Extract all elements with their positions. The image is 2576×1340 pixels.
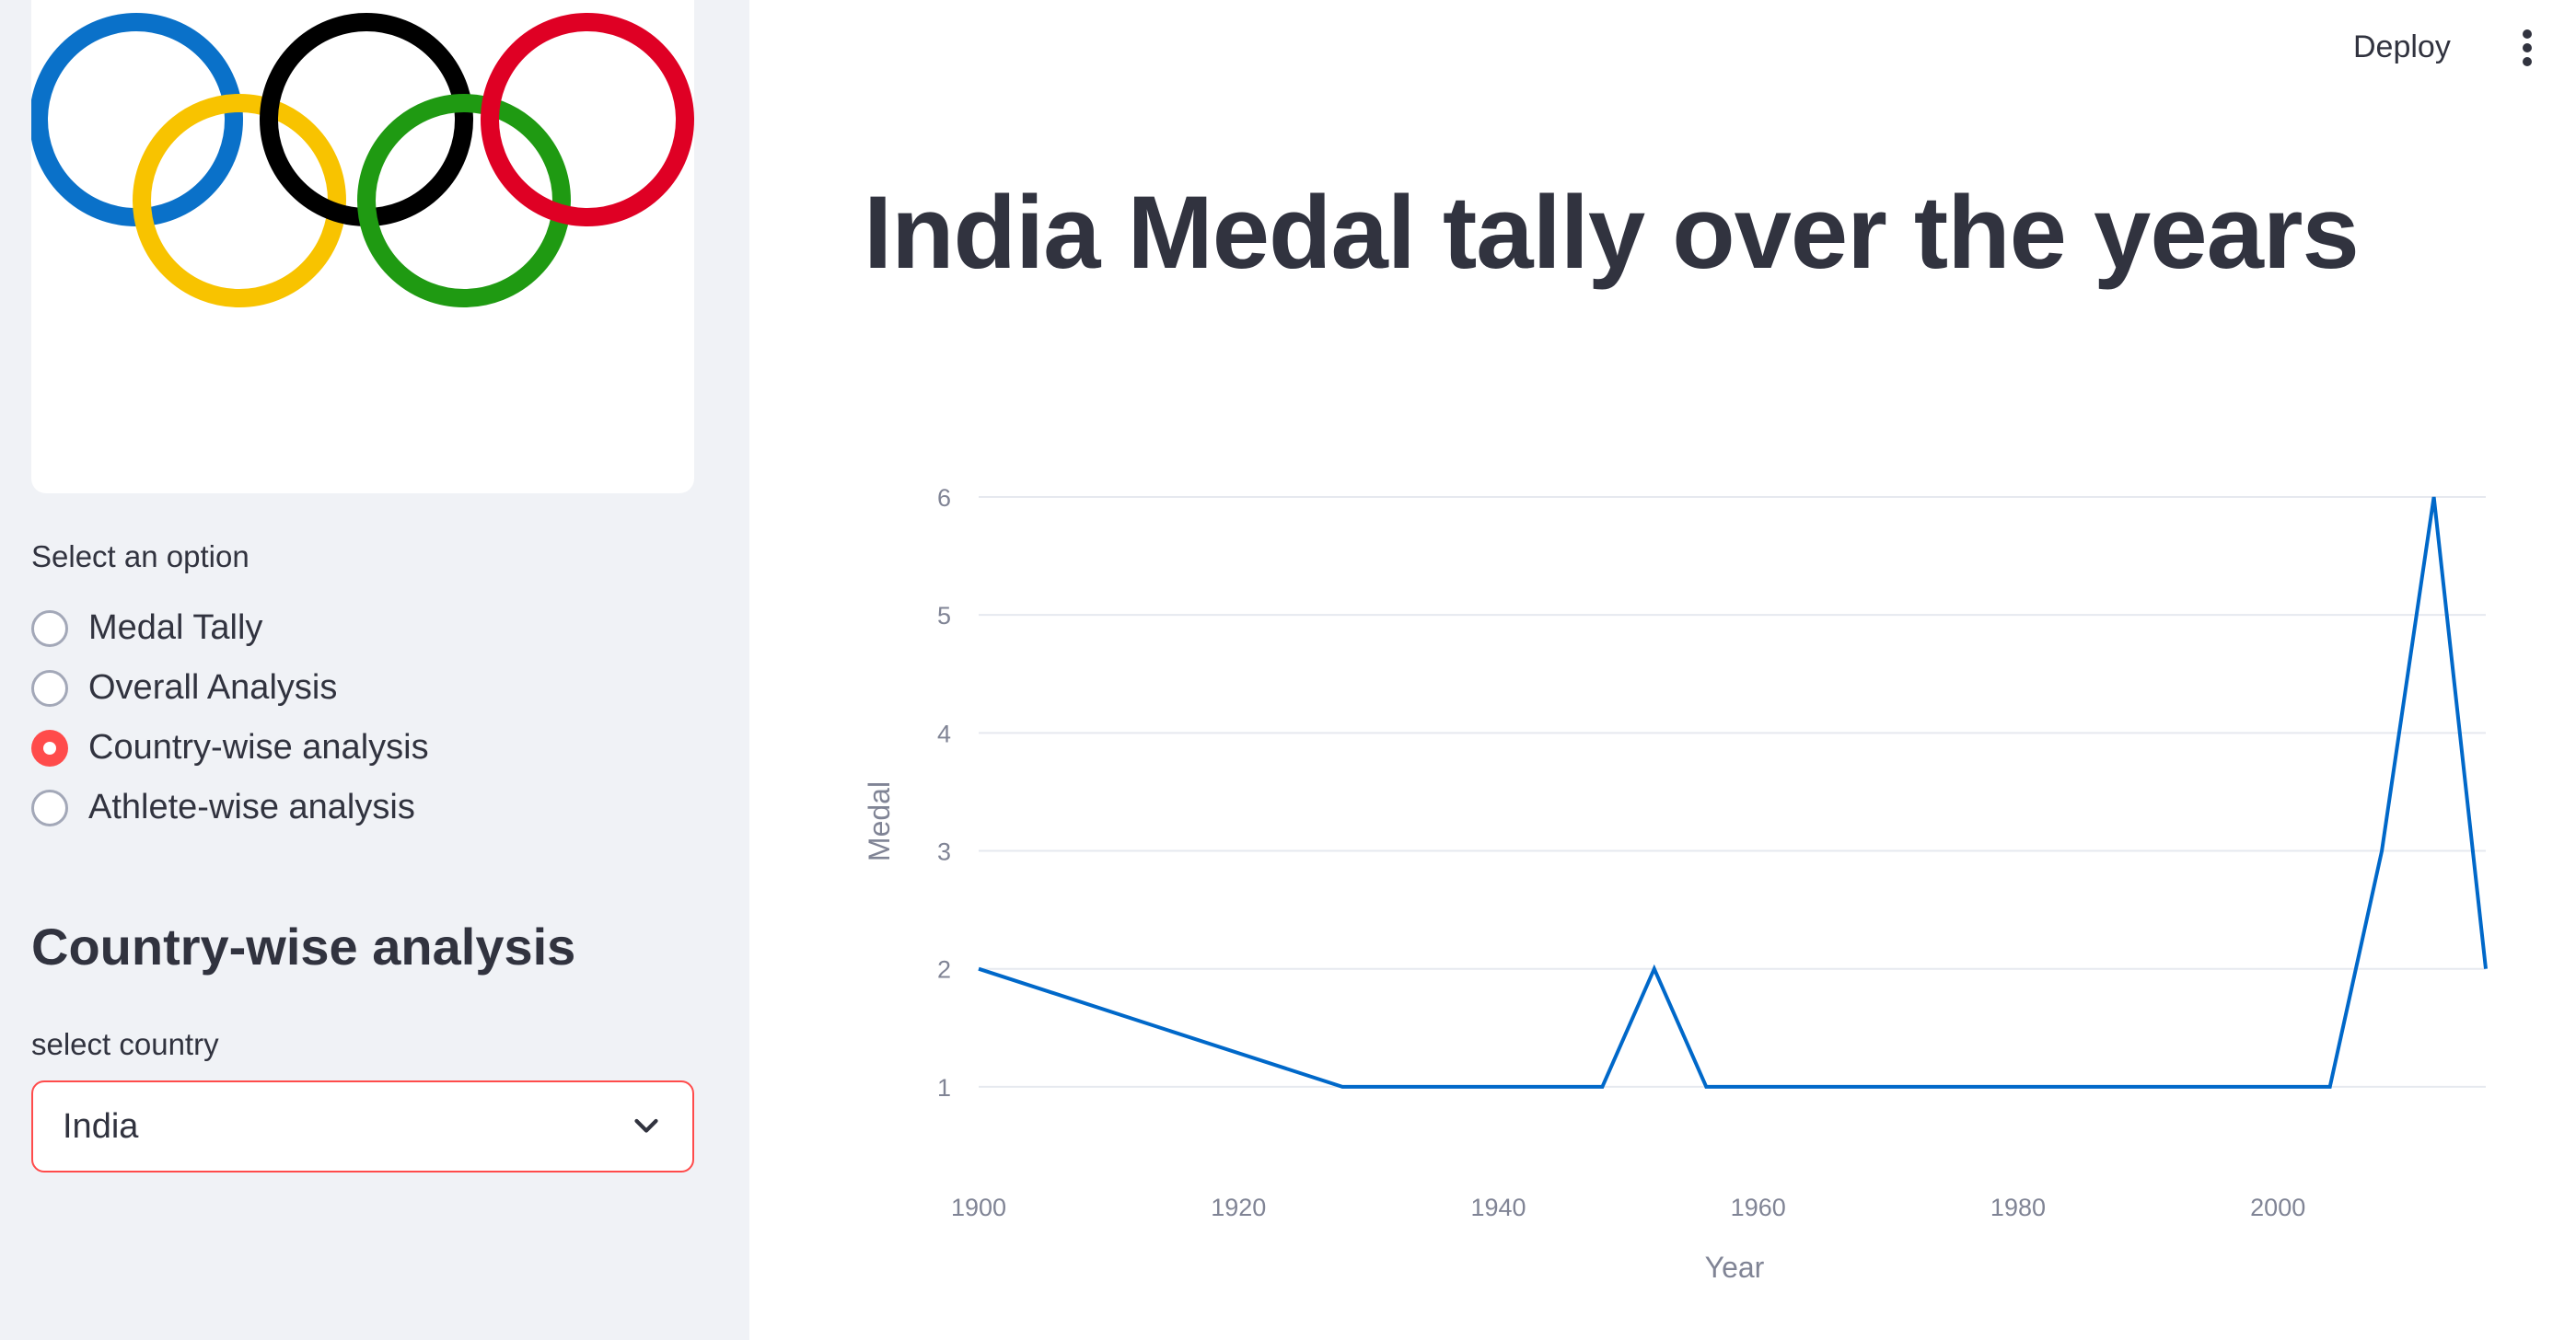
y-tick-label: 6: [937, 484, 951, 512]
radio-label: Overall Analysis: [88, 668, 338, 707]
deploy-button[interactable]: Deploy: [2342, 20, 2462, 75]
country-select-label: select country: [31, 1027, 219, 1061]
sidebar-section-heading: Country-wise analysis: [31, 918, 576, 976]
analysis-radio-group: Medal Tally Overall Analysis Country-wis…: [31, 598, 713, 838]
vertical-dots-icon[interactable]: [2512, 24, 2543, 72]
x-tick-label: 2000: [2250, 1194, 2305, 1221]
medal-line-chart: 1 2 3 4 5 6 1900 1920 1940 1960 1980 2000 Year Med…: [863, 484, 2488, 1284]
sidebar: Select an option Medal Tally Overall Ana…: [0, 0, 749, 1340]
radio-label: Medal Tally: [88, 608, 263, 647]
radio-athlete-wise-analysis[interactable]: Athlete-wise analysis: [31, 778, 713, 838]
x-tick-label: 1900: [951, 1194, 1006, 1221]
country-select-value: India: [63, 1106, 139, 1146]
radio-label: Athlete-wise analysis: [88, 788, 415, 826]
y-tick-label: 1: [937, 1074, 951, 1102]
country-select[interactable]: India: [31, 1080, 694, 1172]
radio-button[interactable]: [31, 669, 68, 707]
y-axis-label: Medal: [863, 781, 896, 861]
olympic-logo-card: [31, 0, 694, 493]
y-tick-label: 2: [937, 956, 951, 984]
radio-label: Country-wise analysis: [88, 728, 429, 767]
chevron-down-icon: [634, 1118, 658, 1133]
radio-button[interactable]: [31, 789, 68, 826]
radio-button[interactable]: [31, 609, 68, 647]
x-tick-label: 1940: [1470, 1194, 1526, 1221]
olympic-rings-logo: [31, 13, 694, 307]
radio-medal-tally[interactable]: Medal Tally: [31, 598, 713, 658]
x-tick-label: 1960: [1731, 1194, 1786, 1221]
medal-series-line: [978, 496, 2488, 1089]
radio-group-label: Select an option: [31, 539, 249, 573]
y-tick-label: 4: [937, 720, 951, 747]
page-title: India Medal tally over the years: [864, 175, 2360, 290]
radio-country-wise-analysis[interactable]: Country-wise analysis: [31, 718, 713, 778]
x-tick-label: 1980: [1990, 1194, 2046, 1221]
y-tick-label: 5: [937, 602, 951, 630]
x-axis-label: Year: [1705, 1251, 1765, 1284]
y-tick-label: 3: [937, 838, 951, 866]
radio-overall-analysis[interactable]: Overall Analysis: [31, 658, 713, 718]
x-tick-label: 1920: [1211, 1194, 1266, 1221]
radio-button-selected[interactable]: [31, 729, 68, 767]
